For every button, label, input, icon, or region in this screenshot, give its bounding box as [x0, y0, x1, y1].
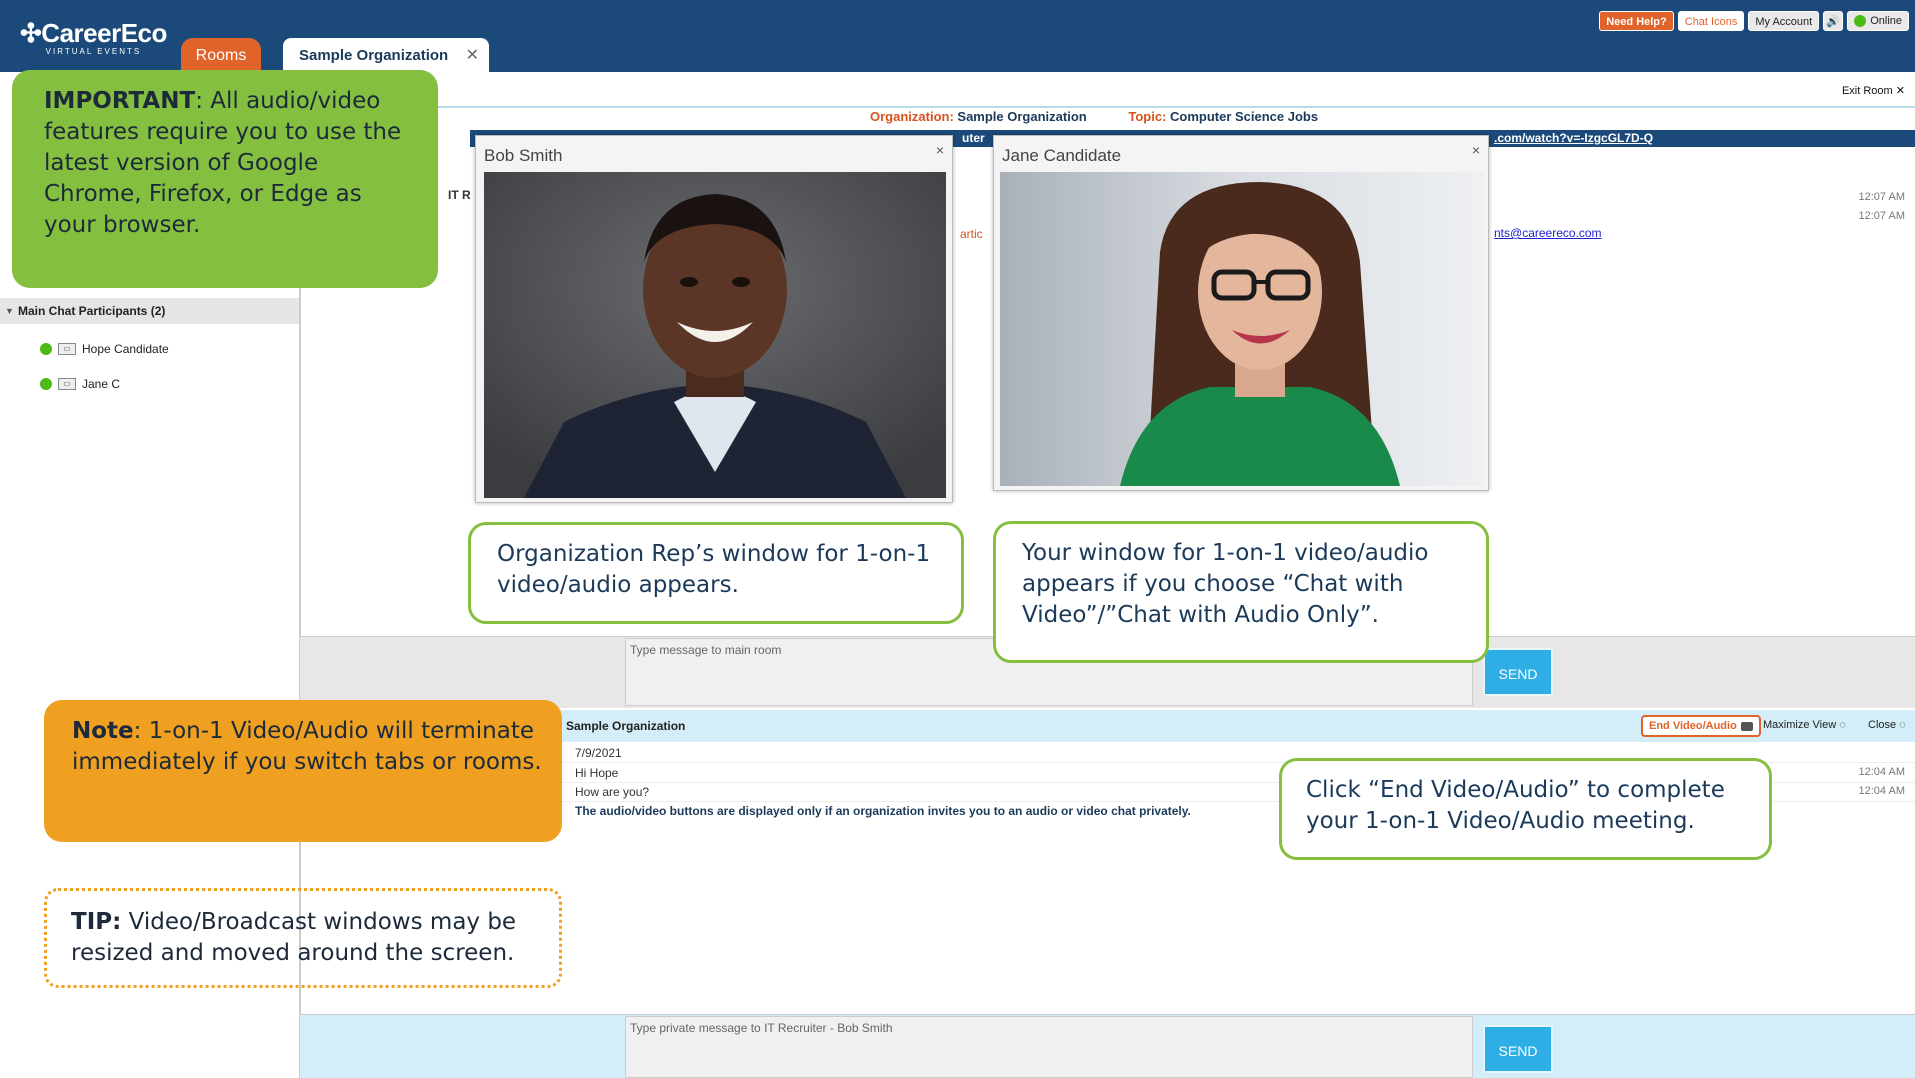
chevron-down-icon: ▼ [5, 306, 14, 316]
chat-message: How are you? [575, 785, 650, 799]
topic-label: Topic: [1128, 109, 1167, 124]
topic-value: Computer Science Jobs [1170, 109, 1319, 124]
video-window-title: Bob Smith [484, 146, 563, 165]
tab-sample-organization[interactable]: Sample Organization ✕ [283, 38, 489, 72]
tip-text: Video/Broadcast windows may be resized a… [71, 909, 517, 967]
chat-icons-button[interactable]: Chat Icons [1677, 11, 1745, 31]
tip-label: TIP: [71, 909, 122, 935]
close-private-chat-button[interactable]: Close ◌ [1868, 719, 1906, 731]
maximize-view-button[interactable]: Maximize View ◌ [1763, 719, 1846, 731]
my-account-button[interactable]: My Account [1748, 11, 1820, 31]
self-video-image [1000, 172, 1484, 486]
private-chat-header: Sample Organization End Video/Audio Maxi… [560, 710, 1915, 742]
note-label: Note [72, 718, 134, 744]
private-send-button[interactable]: SEND [1483, 1025, 1553, 1073]
participants-header[interactable]: ▼ Main Chat Participants (2) [0, 298, 299, 324]
online-label: Online [1870, 15, 1902, 27]
tab-rooms[interactable]: Rooms [181, 38, 261, 72]
video-window-self[interactable]: Jane Candidate × [993, 135, 1489, 491]
online-status-dot-icon [40, 343, 52, 355]
participant-name: Jane C [82, 377, 121, 391]
chat-message: Hi Hope [575, 766, 619, 780]
chat-bubble-icon: ◌ [1899, 719, 1906, 731]
maximize-view-label: Maximize View [1763, 719, 1837, 731]
note-text: : 1-on-1 Video/Audio will terminate imme… [72, 718, 542, 776]
tab-label: Sample Organization [299, 47, 449, 64]
participant-item[interactable]: ▭ Jane C [40, 377, 120, 391]
profile-card-icon[interactable]: ▭ [58, 343, 76, 355]
chat-timestamp: 12:04 AM [1858, 785, 1905, 797]
room-info-line: Organization: Sample Organization Topic:… [870, 109, 1356, 124]
self-video-feed [1000, 172, 1484, 486]
participants-header-label: Main Chat Participants (2) [18, 304, 166, 318]
logo-text: CareerEco [41, 18, 167, 48]
rep-video-image [484, 172, 946, 498]
chat-timestamp: 12:07 AM [1858, 210, 1905, 222]
camera-icon [1740, 721, 1753, 731]
chat-text-fragment: artic [960, 227, 983, 241]
room-subbar: Exit Room ✕ [300, 72, 1915, 108]
participant-name: Hope Candidate [82, 342, 169, 356]
video-window-title: Jane Candidate [1002, 146, 1122, 165]
video-window-rep[interactable]: Bob Smith × [475, 135, 953, 503]
close-icon: ✕ [1895, 85, 1905, 97]
org-label: Organization: [870, 109, 954, 124]
top-button-group: Need Help? Chat Icons My Account 🔊 Onlin… [1599, 11, 1909, 31]
rep-video-feed [484, 172, 946, 498]
main-room-send-button[interactable]: SEND [1483, 648, 1553, 696]
chat-timestamp: 12:04 AM [1858, 766, 1905, 778]
speaker-icon[interactable]: 🔊 [1823, 11, 1844, 31]
important-label: IMPORTANT [44, 88, 196, 114]
private-message-input[interactable]: Type private message to IT Recruiter - B… [625, 1016, 1473, 1078]
exit-room-button[interactable]: Exit Room ✕ [1842, 84, 1905, 97]
your-window-callout: Your window for 1-on-1 video/audio appea… [993, 521, 1489, 663]
tip-callout: TIP: Video/Broadcast windows may be resi… [44, 888, 562, 988]
note-callout: Note: 1-on-1 Video/Audio will terminate … [44, 700, 562, 842]
participant-item[interactable]: ▭ Hope Candidate [40, 342, 169, 356]
exit-room-label: Exit Room [1841, 85, 1893, 97]
video-link[interactable]: .com/watch?v=-IzgcGL7D-Q [1494, 131, 1653, 145]
logo-flower-icon: ✣ [20, 18, 42, 48]
email-link[interactable]: nts@careereco.com [1494, 226, 1602, 240]
chat-system-message: The audio/video buttons are displayed on… [575, 804, 1191, 818]
important-callout: IMPORTANT: All audio/video features requ… [12, 70, 438, 288]
profile-card-icon[interactable]: ▭ [58, 378, 76, 390]
online-status-button[interactable]: Online [1847, 11, 1909, 31]
chat-bubble-icon: ◌ [1839, 719, 1846, 731]
close-video-window-icon[interactable]: × [1472, 142, 1480, 158]
close-video-window-icon[interactable]: × [936, 142, 944, 158]
org-value: Sample Organization [957, 109, 1087, 124]
chat-timestamp: 12:07 AM [1858, 191, 1905, 203]
end-video-audio-button[interactable]: End Video/Audio [1641, 715, 1761, 737]
private-chat-title: Sample Organization [566, 719, 686, 733]
top-navigation-bar: ✣CareerEco VIRTUAL EVENTS Rooms Sample O… [0, 0, 1915, 72]
close-tab-icon[interactable]: ✕ [466, 38, 479, 74]
end-video-callout: Click “End Video/Audio” to complete your… [1279, 758, 1772, 860]
online-status-dot-icon [1854, 15, 1867, 27]
online-status-dot-icon [40, 378, 52, 390]
careereco-logo[interactable]: ✣CareerEco VIRTUAL EVENTS [20, 18, 167, 56]
close-label: Close [1868, 719, 1897, 731]
end-video-audio-label: End Video/Audio [1649, 720, 1737, 732]
chat-date: 7/9/2021 [575, 746, 622, 760]
rep-window-callout: Organization Rep’s window for 1-on-1 vid… [468, 522, 964, 624]
announcement-text-fragment: uter [962, 131, 985, 145]
need-help-button[interactable]: Need Help? [1599, 11, 1674, 31]
chat-sender-fragment: IT R [448, 188, 471, 202]
